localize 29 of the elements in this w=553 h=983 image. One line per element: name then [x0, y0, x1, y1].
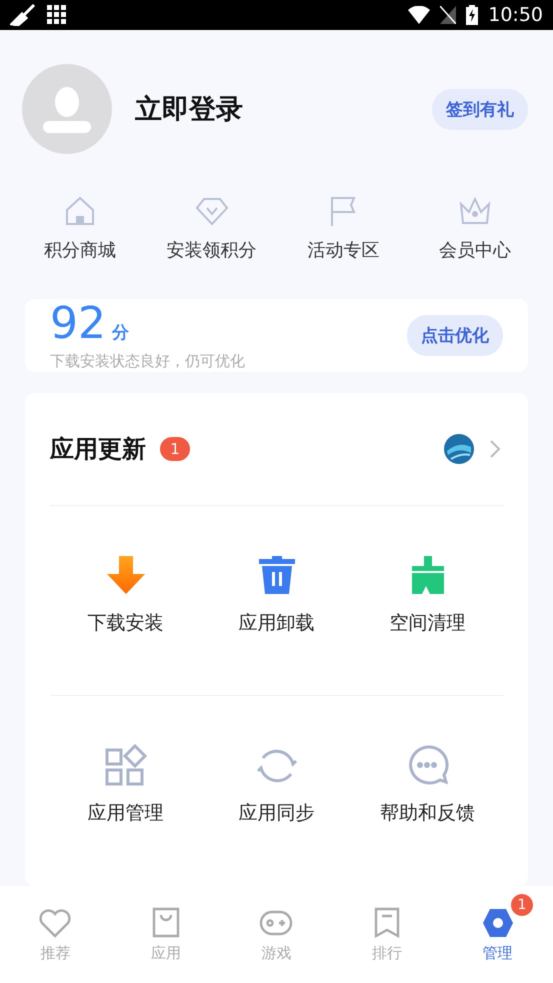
grid-icon: [46, 5, 68, 25]
avatar-icon[interactable]: [22, 64, 112, 154]
shortcut-item[interactable]: 会员中心: [409, 194, 541, 262]
shortcut-item[interactable]: 安装领积分: [146, 194, 278, 262]
shortcut-item[interactable]: 积分商城: [14, 194, 146, 262]
tool-item[interactable]: 下载安装: [50, 554, 201, 636]
apps-grid-icon: [104, 744, 148, 788]
no-signal-icon: [440, 6, 456, 24]
tool-item[interactable]: 应用卸载: [201, 554, 352, 636]
count-badge: 1: [510, 894, 533, 916]
tool-item[interactable]: 空间清理: [352, 554, 503, 636]
score-value: 92: [50, 300, 106, 348]
updates-title: 应用更新: [50, 434, 146, 465]
tool-item[interactable]: 应用管理: [50, 744, 201, 826]
tool-item[interactable]: 帮助和反馈: [352, 744, 503, 826]
shortcut-item[interactable]: 活动专区: [278, 194, 410, 262]
battery-charging-icon: [466, 5, 478, 25]
count-badge: 1: [160, 437, 190, 461]
check-in-button[interactable]: 签到有礼: [432, 88, 528, 130]
broom-icon: [10, 4, 36, 26]
clock-time: 10:50: [488, 4, 543, 26]
nav-tab[interactable]: 管理 1: [442, 886, 553, 983]
wifi-icon: [408, 6, 430, 24]
score-description: 下载安装状态良好，仍可优化: [50, 352, 246, 371]
tool-item[interactable]: 应用同步: [201, 744, 352, 826]
score-unit: 分: [112, 322, 129, 344]
manage-icon: [480, 906, 515, 940]
optimize-button[interactable]: 点击优化: [407, 315, 503, 356]
login-link[interactable]: 立即登录: [135, 91, 432, 127]
